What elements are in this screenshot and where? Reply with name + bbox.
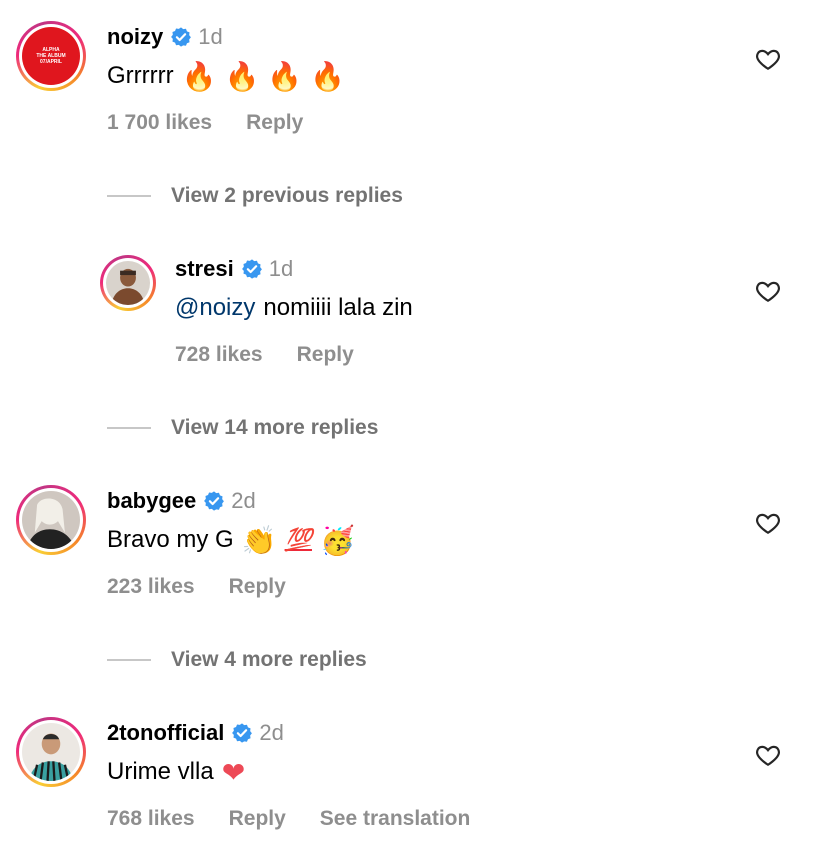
likes-count[interactable]: 1 700 likes: [107, 111, 212, 135]
fire-emoji: 🔥: [224, 59, 260, 93]
red-heart-emoji: ❤: [221, 755, 246, 789]
see-translation-button[interactable]: See translation: [320, 807, 471, 831]
view-replies-toggle[interactable]: View 2 previous replies: [107, 181, 403, 211]
verified-badge-icon: [232, 723, 253, 743]
comment-time: 1d: [198, 24, 223, 49]
comment-time: 2d: [231, 488, 256, 513]
clapping-hands-emoji: 👏: [241, 523, 277, 557]
likes-count[interactable]: 768 likes: [107, 807, 195, 831]
view-replies-label[interactable]: View 4 more replies: [171, 648, 367, 672]
reply-button[interactable]: Reply: [297, 343, 354, 367]
username[interactable]: 2tonofficial: [107, 720, 224, 746]
avatar-photo: [106, 261, 150, 305]
verified-badge-icon: [241, 259, 262, 279]
likes-count[interactable]: 223 likes: [107, 575, 195, 599]
heart-outline-icon[interactable]: [755, 278, 781, 304]
mention-link[interactable]: @noizy: [175, 294, 255, 322]
avatar-babygee[interactable]: [16, 485, 86, 555]
heart-outline-icon[interactable]: [755, 742, 781, 768]
reply-button[interactable]: Reply: [246, 111, 303, 135]
divider: [107, 427, 151, 429]
party-face-emoji: 🥳: [319, 523, 355, 557]
comment-text: Urime vlla ❤: [107, 752, 245, 792]
username[interactable]: noizy: [107, 24, 163, 50]
reply-button[interactable]: Reply: [229, 807, 286, 831]
comment-body: Bravo my G: [107, 526, 234, 553]
hundred-points-emoji: 💯: [284, 527, 312, 553]
avatar-photo: [22, 723, 80, 781]
view-replies-toggle[interactable]: View 4 more replies: [107, 645, 367, 675]
comment-time: 1d: [268, 256, 294, 281]
divider: [107, 659, 151, 661]
view-replies-label[interactable]: View 2 previous replies: [171, 184, 403, 208]
view-replies-label[interactable]: View 14 more replies: [171, 416, 378, 440]
divider: [107, 195, 151, 197]
heart-outline-icon[interactable]: [755, 46, 781, 72]
comments-thread: ALPHA THE ALBUM 07/APRIL noizy 1d Grrrrr…: [0, 0, 828, 857]
fire-emoji: 🔥: [310, 59, 346, 93]
comment-body: Grrrrrr: [107, 62, 174, 89]
avatar-noizy[interactable]: ALPHA THE ALBUM 07/APRIL: [16, 21, 86, 91]
verified-badge-icon: [204, 491, 225, 511]
comment-text: @noizy nomiiii lala zin: [175, 288, 413, 328]
fire-emoji: 🔥: [181, 59, 217, 93]
fire-emoji: 🔥: [267, 59, 303, 93]
comment-body: nomiiii lala zin: [263, 294, 413, 321]
verified-badge-icon: [171, 27, 192, 47]
avatar-photo: [22, 491, 80, 549]
reply-button[interactable]: Reply: [229, 575, 286, 599]
comment-text: Grrrrrr 🔥 🔥 🔥 🔥: [107, 56, 345, 96]
heart-outline-icon[interactable]: [755, 510, 781, 536]
view-replies-toggle[interactable]: View 14 more replies: [107, 413, 378, 443]
username[interactable]: stresi: [175, 256, 234, 282]
avatar-2tonofficial[interactable]: [16, 717, 86, 787]
avatar-album-text: ALPHA THE ALBUM 07/APRIL: [36, 47, 66, 65]
avatar-stresi[interactable]: [100, 255, 156, 311]
username[interactable]: babygee: [107, 488, 196, 514]
likes-count[interactable]: 728 likes: [175, 343, 263, 367]
comment-body: Urime vlla: [107, 758, 214, 785]
comment-time: 2d: [259, 720, 284, 745]
comment-text: Bravo my G 👏 💯 🥳: [107, 520, 355, 560]
